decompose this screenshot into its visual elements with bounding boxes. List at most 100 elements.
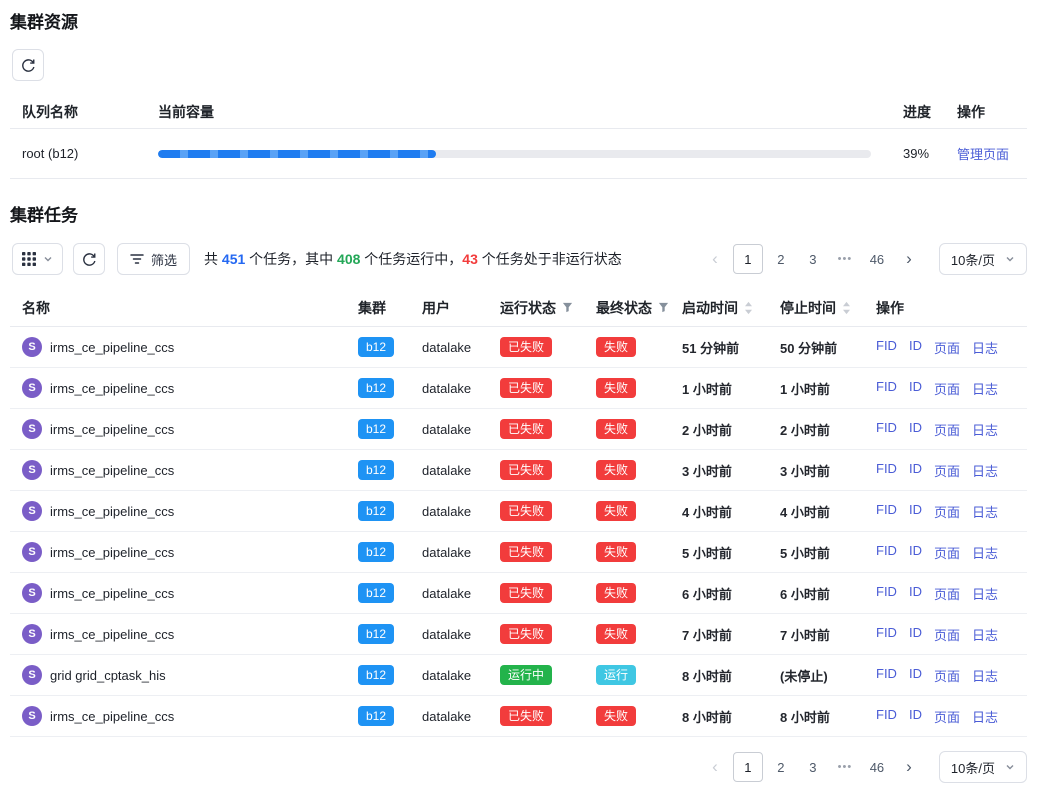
fid-link[interactable]: FID <box>876 584 897 603</box>
cluster-resources-table: 队列名称 当前容量 进度 操作 root (b12) 39% 管理页面 <box>10 95 1027 179</box>
task-name: irms_ce_pipeline_ccs <box>50 381 174 396</box>
fid-link[interactable]: FID <box>876 338 897 357</box>
page-link[interactable]: 页面 <box>934 625 960 644</box>
pagination-next-button[interactable]: › <box>895 753 923 781</box>
page-link[interactable]: 页面 <box>934 584 960 603</box>
row-operations: FID ID 页面日志 <box>864 420 1027 439</box>
final-status-badge: 失败 <box>596 337 636 357</box>
stop-time-sorter-icon[interactable] <box>842 301 851 315</box>
page-link[interactable]: 页面 <box>934 666 960 685</box>
pagination-page-1[interactable]: 1 <box>733 752 763 782</box>
page-link[interactable]: 页面 <box>934 338 960 357</box>
page-link[interactable]: 页面 <box>934 543 960 562</box>
filter-button[interactable]: 筛选 <box>117 243 190 275</box>
stop-time: 7 小时前 <box>768 625 864 644</box>
header-user: 用户 <box>410 298 488 318</box>
page-size-select[interactable]: 10条/页 <box>939 243 1027 275</box>
row-operations: FID ID 页面日志 <box>864 502 1027 521</box>
task-type-avatar: S <box>22 583 42 603</box>
id-link[interactable]: ID <box>909 625 922 644</box>
id-link[interactable]: ID <box>909 379 922 398</box>
fid-link[interactable]: FID <box>876 666 897 685</box>
user-name: datalake <box>410 422 488 437</box>
layout-switch-button[interactable] <box>12 243 63 275</box>
final-status-filter-icon[interactable] <box>658 302 669 313</box>
id-link[interactable]: ID <box>909 666 922 685</box>
id-link[interactable]: ID <box>909 420 922 439</box>
page-link[interactable]: 页面 <box>934 461 960 480</box>
id-link[interactable]: ID <box>909 543 922 562</box>
header-final-status: 最终状态 <box>584 298 670 318</box>
row-operations: FID ID 页面日志 <box>864 625 1027 644</box>
log-link[interactable]: 日志 <box>972 707 998 726</box>
id-link[interactable]: ID <box>909 584 922 603</box>
task-rows: S irms_ce_pipeline_ccs b12 datalake 已失败 … <box>10 327 1027 737</box>
log-link[interactable]: 日志 <box>972 420 998 439</box>
fid-link[interactable]: FID <box>876 707 897 726</box>
start-time: 4 小时前 <box>670 502 768 521</box>
run-status-filter-icon[interactable] <box>562 302 573 313</box>
fid-link[interactable]: FID <box>876 543 897 562</box>
log-link[interactable]: 日志 <box>972 502 998 521</box>
page-link[interactable]: 页面 <box>934 502 960 521</box>
row-operations: FID ID 页面日志 <box>864 379 1027 398</box>
cluster-badge: b12 <box>358 501 394 521</box>
log-link[interactable]: 日志 <box>972 379 998 398</box>
pagination-ellipsis[interactable]: ••• <box>831 753 859 781</box>
page-link[interactable]: 页面 <box>934 420 960 439</box>
page-link[interactable]: 页面 <box>934 707 960 726</box>
user-name: datalake <box>410 340 488 355</box>
cluster-tasks-table: 名称 集群 用户 运行状态 最终状态 启动时间 <box>10 289 1027 737</box>
id-link[interactable]: ID <box>909 338 922 357</box>
id-link[interactable]: ID <box>909 461 922 480</box>
log-link[interactable]: 日志 <box>972 543 998 562</box>
pagination-page-46[interactable]: 46 <box>863 753 891 781</box>
run-status-badge: 已失败 <box>500 460 552 480</box>
id-link[interactable]: ID <box>909 707 922 726</box>
start-time: 3 小时前 <box>670 461 768 480</box>
manage-page-link[interactable]: 管理页面 <box>957 147 1009 162</box>
pagination-page-46[interactable]: 46 <box>863 245 891 273</box>
filter-label: 筛选 <box>151 250 177 269</box>
fid-link[interactable]: FID <box>876 379 897 398</box>
pagination-top: ‹123•••46› 10条/页 <box>701 243 1027 275</box>
pagination-page-2[interactable]: 2 <box>767 753 795 781</box>
resources-refresh-button[interactable] <box>12 49 44 81</box>
start-time-sorter-icon[interactable] <box>744 301 753 315</box>
summary-total-count: 451 <box>222 251 245 267</box>
table-row: S irms_ce_pipeline_ccs b12 datalake 已失败 … <box>10 491 1027 532</box>
page-size-label: 10条/页 <box>951 250 995 269</box>
pagination-prev-button[interactable]: ‹ <box>701 245 729 273</box>
row-operations: FID ID 页面日志 <box>864 338 1027 357</box>
user-name: datalake <box>410 709 488 724</box>
fid-link[interactable]: FID <box>876 625 897 644</box>
tasks-refresh-button[interactable] <box>73 243 105 275</box>
pagination-page-3[interactable]: 3 <box>799 753 827 781</box>
log-link[interactable]: 日志 <box>972 666 998 685</box>
queue-name: root (b12) <box>10 146 146 161</box>
pagination-next-button[interactable]: › <box>895 245 923 273</box>
cluster-badge: b12 <box>358 583 394 603</box>
page-link[interactable]: 页面 <box>934 379 960 398</box>
fid-link[interactable]: FID <box>876 502 897 521</box>
pagination-page-3[interactable]: 3 <box>799 245 827 273</box>
fid-link[interactable]: FID <box>876 461 897 480</box>
header-current-capacity: 当前容量 <box>146 102 897 122</box>
page-size-select[interactable]: 10条/页 <box>939 751 1027 783</box>
stop-time: 5 小时前 <box>768 543 864 562</box>
summary-suffix: 个任务处于非运行状态 <box>478 251 622 267</box>
run-status-badge: 已失败 <box>500 542 552 562</box>
pagination-page-1[interactable]: 1 <box>733 244 763 274</box>
log-link[interactable]: 日志 <box>972 584 998 603</box>
cluster-badge: b12 <box>358 706 394 726</box>
fid-link[interactable]: FID <box>876 420 897 439</box>
cluster-resources-title: 集群资源 <box>10 8 1027 33</box>
task-name: irms_ce_pipeline_ccs <box>50 422 174 437</box>
pagination-page-2[interactable]: 2 <box>767 245 795 273</box>
log-link[interactable]: 日志 <box>972 625 998 644</box>
pagination-ellipsis[interactable]: ••• <box>831 245 859 273</box>
log-link[interactable]: 日志 <box>972 338 998 357</box>
id-link[interactable]: ID <box>909 502 922 521</box>
log-link[interactable]: 日志 <box>972 461 998 480</box>
pagination-prev-button[interactable]: ‹ <box>701 753 729 781</box>
